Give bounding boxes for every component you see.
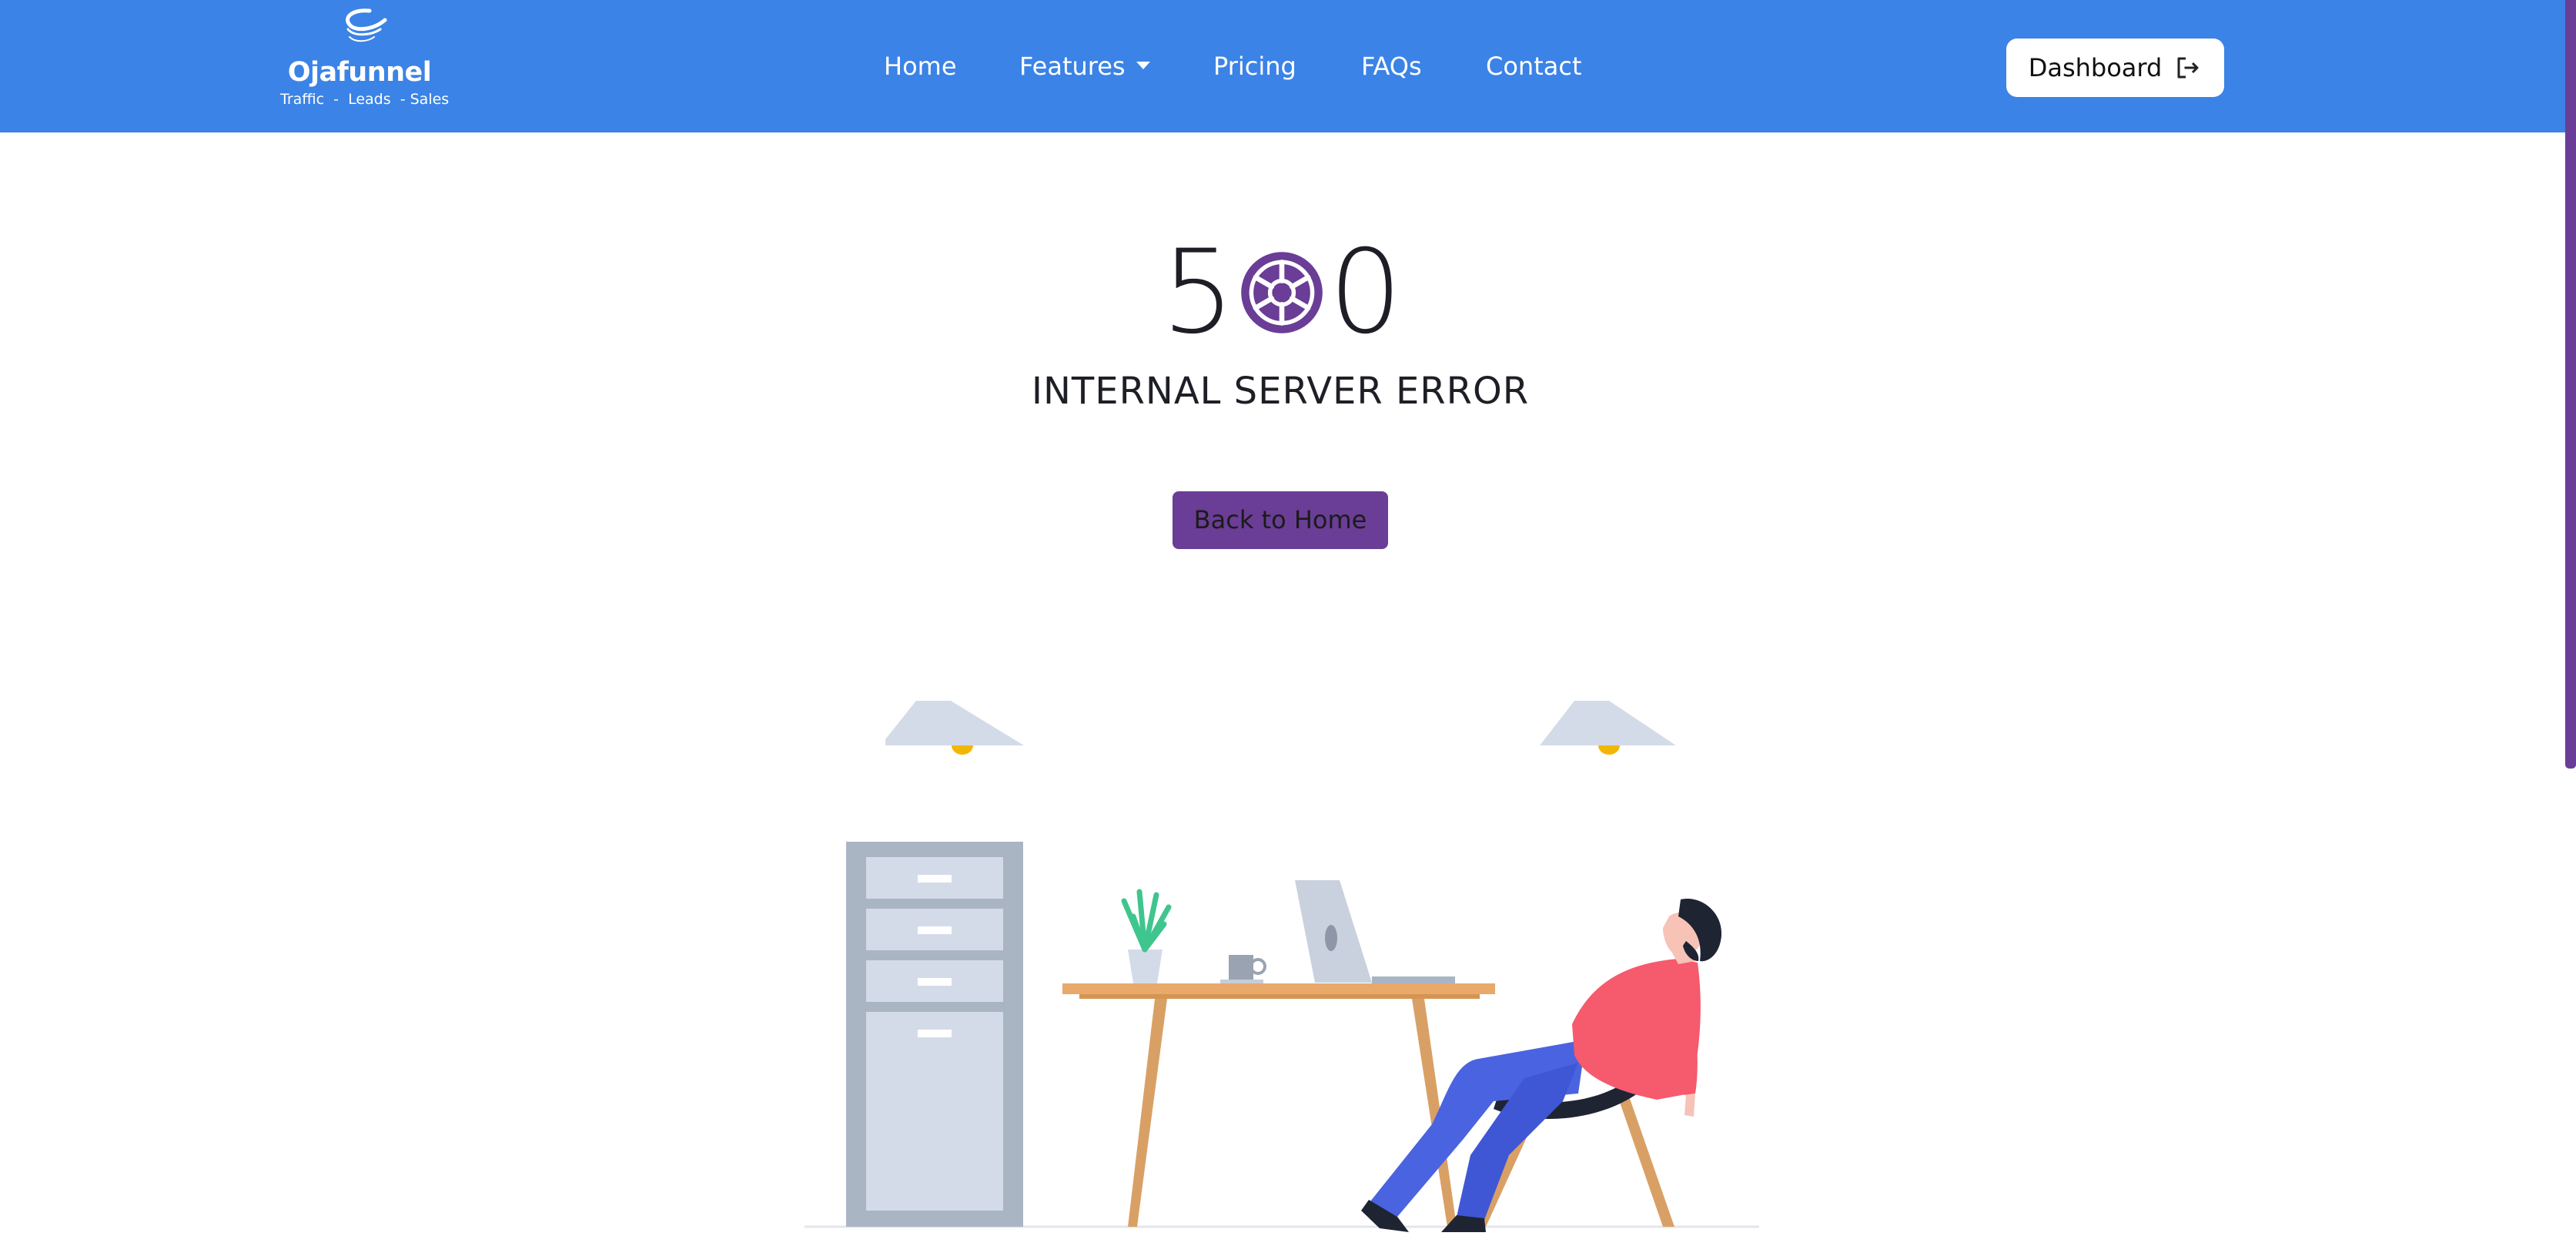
logout-icon <box>2177 57 2199 79</box>
error-code-last-digit: 0 <box>1329 226 1403 360</box>
brand-tagline: Traffic - Leads - Sales <box>280 91 450 108</box>
top-navbar: Ojafunnel Traffic - Leads - Sales Home F… <box>0 0 2565 132</box>
nav-item-contact[interactable]: Contact <box>1486 49 1582 84</box>
dashboard-button[interactable]: Dashboard <box>2006 39 2224 97</box>
error-code-first-digit: 5 <box>1161 226 1235 360</box>
lamp-right-icon <box>1540 701 1676 755</box>
nav-item-home[interactable]: Home <box>884 49 957 84</box>
wheel-icon <box>1241 252 1323 333</box>
filing-cabinet <box>846 842 1023 1227</box>
lamp-left-icon <box>885 701 1024 755</box>
tired-office-worker-illustration <box>805 701 1759 1232</box>
person-figure <box>1361 899 1722 1232</box>
nav-item-pricing[interactable]: Pricing <box>1213 49 1296 84</box>
error-title: INTERNAL SERVER ERROR <box>1031 370 1530 413</box>
dashboard-button-label: Dashboard <box>2028 53 2163 82</box>
logo-swoosh-icon <box>346 8 387 42</box>
scrollbar-thumb[interactable] <box>2565 0 2576 769</box>
error-code: 5 0 <box>1155 231 1409 354</box>
caret-down-icon <box>1136 62 1150 69</box>
nav-item-features-label: Features <box>1019 52 1126 81</box>
back-to-home-button[interactable]: Back to Home <box>1173 491 1388 549</box>
nav-item-features[interactable]: Features <box>1019 49 1150 84</box>
brand-name: Ojafunnel <box>287 57 432 88</box>
brand-logo[interactable]: Ojafunnel Traffic - Leads - Sales <box>280 6 450 114</box>
coffee-cup-icon <box>1220 955 1266 983</box>
desk <box>1062 983 1495 1227</box>
nav-item-faqs[interactable]: FAQs <box>1361 49 1422 84</box>
laptop-icon <box>1295 880 1455 983</box>
potted-plant-icon <box>1121 889 1172 983</box>
